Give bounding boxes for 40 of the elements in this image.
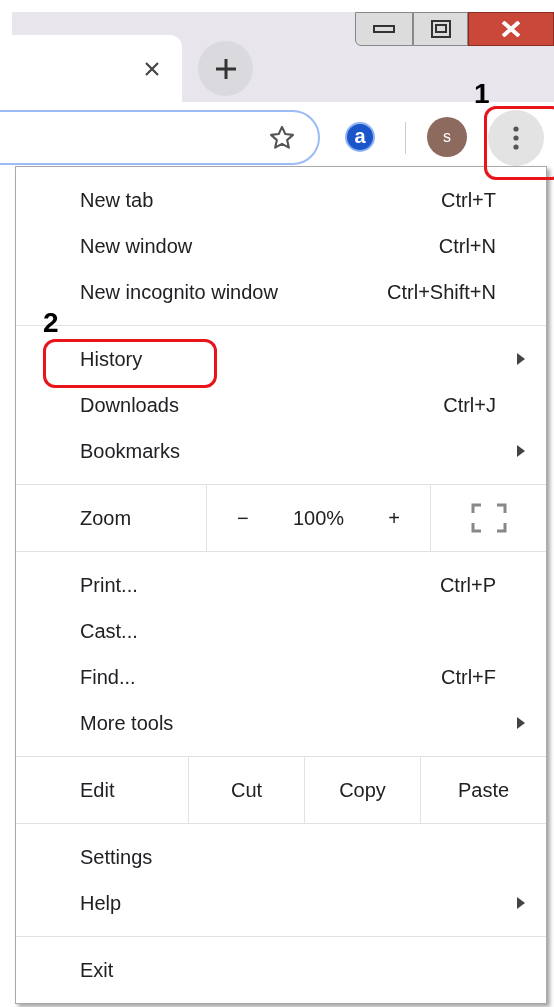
plus-icon — [213, 56, 238, 81]
menu-item[interactable]: New window Ctrl+N — [16, 223, 546, 269]
shortcut-text: Ctrl+Shift+N — [387, 280, 496, 305]
step-number: 2 — [43, 309, 59, 337]
star-icon[interactable] — [268, 123, 296, 152]
menu-item[interactable]: Exit — [16, 947, 546, 993]
menu-item[interactable]: New tab Ctrl+T — [16, 177, 546, 223]
shortcut-text: Ctrl+N — [438, 234, 496, 259]
minimize-icon — [373, 24, 395, 34]
shortcut-text: Ctrl+T — [441, 188, 496, 213]
menu-item[interactable]: Cast... — [16, 608, 546, 654]
shortcut-text: Ctrl+J — [443, 393, 496, 418]
more-icon — [513, 126, 519, 150]
close-icon — [501, 21, 521, 37]
close-icon[interactable] — [144, 60, 160, 77]
menu-item[interactable]: More tools — [16, 700, 546, 746]
menu-item[interactable]: Help — [16, 880, 546, 926]
submenu-arrow-icon — [516, 445, 526, 457]
restore-icon — [430, 20, 451, 38]
zoom-out-button[interactable]: − — [237, 503, 249, 533]
step-number: 1 — [474, 80, 490, 108]
menu-item[interactable]: Bookmarks — [16, 428, 546, 474]
minimize-button[interactable] — [355, 12, 413, 46]
maximize-button[interactable] — [413, 12, 468, 46]
shortcut-text: Ctrl+F — [441, 665, 496, 690]
zoom-in-button[interactable]: + — [388, 503, 400, 533]
submenu-arrow-icon — [516, 717, 526, 729]
zoom-label: Zoom — [79, 506, 133, 531]
menu-item[interactable]: Print... Ctrl+P — [16, 562, 546, 608]
zoom-level: 100% — [292, 506, 345, 531]
submenu-arrow-icon — [516, 897, 526, 909]
menu-item[interactable]: Find... Ctrl+F — [16, 654, 546, 700]
menu-item[interactable]: Downloads Ctrl+J — [16, 382, 546, 428]
edit-label: Edit — [79, 778, 116, 803]
shortcut-text: Ctrl+P — [439, 573, 496, 598]
submenu-arrow-icon — [516, 353, 526, 365]
menu-item[interactable]: Settings — [16, 834, 546, 880]
menu-item[interactable]: History — [16, 336, 546, 382]
close-button[interactable] — [468, 12, 554, 46]
fullscreen-icon[interactable] — [470, 503, 507, 533]
